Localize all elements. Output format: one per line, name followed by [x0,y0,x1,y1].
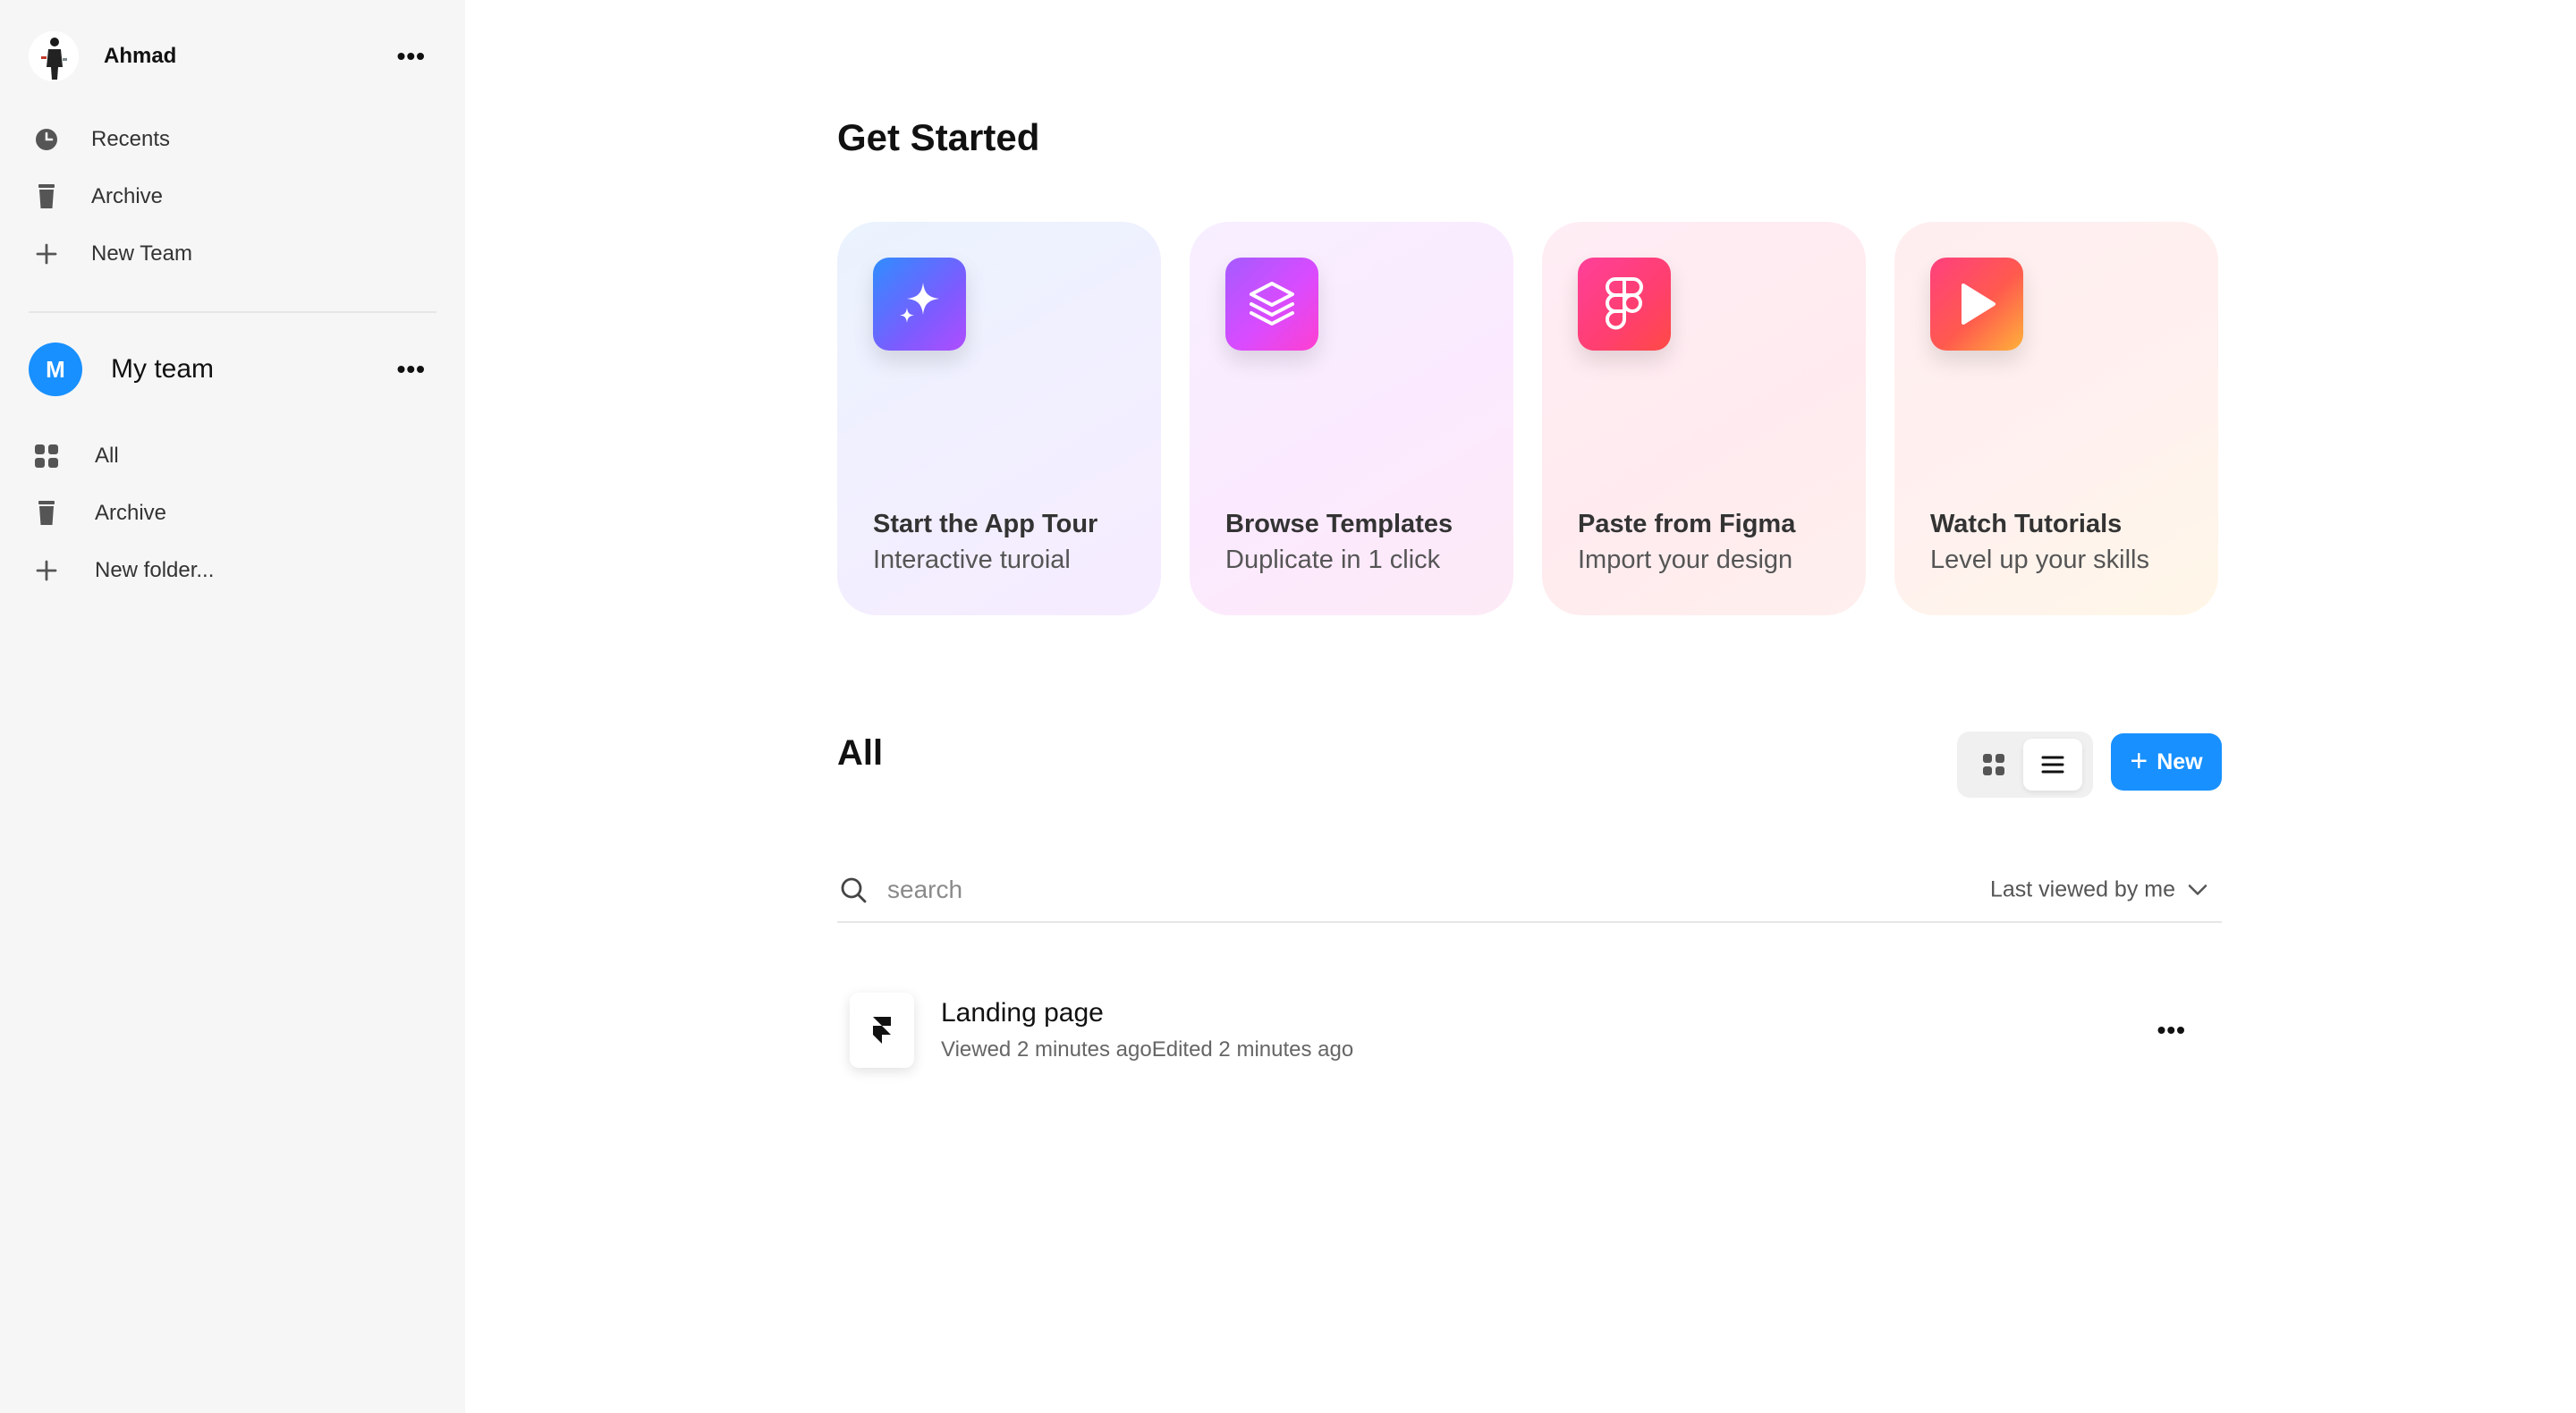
team-item-label: New folder... [95,558,215,582]
new-button[interactable]: + New [2111,733,2222,791]
chevron-down-icon [2188,884,2207,896]
file-name: Landing page [941,998,1104,1028]
user-more-icon[interactable]: ••• [397,44,426,69]
sidebar-item-recents[interactable]: Recents [29,111,436,168]
team-item-label: All [95,444,119,468]
all-section-title: All [837,733,884,773]
file-row[interactable]: Landing page Viewed 2 minutes agoEdited … [837,986,2222,1075]
team-nav: All Archive New folder... [29,427,436,599]
grid-view-button[interactable] [1964,739,2023,791]
card-title: Watch Tutorials [1930,510,2123,538]
card-subtitle: Level up your skills [1930,546,2149,574]
user-name: Ahmad [104,44,177,68]
sidebar-item-label: Archive [91,184,164,208]
list-view-button[interactable] [2023,739,2082,791]
card-subtitle: Duplicate in 1 click [1225,546,1441,574]
sparkle-icon [873,258,966,351]
team-item-all[interactable]: All [29,427,436,485]
team-more-icon[interactable]: ••• [397,357,426,382]
file-more-icon[interactable]: ••• [2157,1016,2186,1045]
clock-icon [29,127,64,152]
team-name: My team [111,354,215,384]
plus-icon: + [2130,743,2148,778]
card-title: Browse Templates [1225,510,1453,538]
search-input[interactable] [887,876,1692,904]
sidebar-item-label: Recents [91,127,171,151]
sort-dropdown[interactable]: Last viewed by me [1990,877,2207,903]
get-started-cards: Start the App Tour Interactive turoial B… [837,222,2218,615]
new-button-label: New [2157,749,2203,774]
avatar[interactable] [29,31,79,81]
card-subtitle: Import your design [1578,546,1793,574]
search-bar: Last viewed by me [837,859,2222,923]
layers-icon [1225,258,1318,351]
team-item-label: Archive [95,501,167,525]
grid-icon [29,444,64,469]
user-row[interactable]: Ahmad ••• [29,29,436,84]
search-icon [837,874,869,906]
main-content: Get Started Start the App Tour Interacti… [465,0,2576,1413]
view-toggle [1957,732,2093,798]
team-row[interactable]: M My team ••• [29,342,436,397]
card-title: Paste from Figma [1578,510,1796,538]
sort-selected-label: Last viewed by me [1989,876,2175,902]
framer-icon [850,993,914,1068]
grid-icon [1982,753,2005,776]
trash-icon [29,501,64,526]
sidebar-item-archive[interactable]: Archive [29,168,436,225]
trash-icon [29,184,64,209]
card-subtitle: Interactive turoial [873,546,1071,574]
get-started-title: Get Started [837,116,1040,158]
team-avatar: M [29,343,82,396]
figma-icon [1578,258,1671,351]
file-info: Landing page Viewed 2 minutes agoEdited … [941,998,1353,1062]
list-icon [2041,755,2064,774]
team-item-new-folder[interactable]: New folder... [29,542,436,599]
sidebar-item-new-team[interactable]: New Team [29,225,436,283]
plus-icon [29,243,64,265]
sidebar-nav: Recents Archive New Team [29,111,436,283]
file-meta: Viewed 2 minutes agoEdited 2 minutes ago [941,1037,1354,1062]
team-item-archive[interactable]: Archive [29,485,436,542]
card-watch-tutorials[interactable]: Watch Tutorials Level up your skills [1894,222,2218,615]
card-browse-templates[interactable]: Browse Templates Duplicate in 1 click [1190,222,1513,615]
sidebar-item-label: New Team [91,241,192,266]
play-icon [1930,258,2023,351]
plus-icon [29,560,64,581]
sidebar-divider [29,311,436,313]
card-app-tour[interactable]: Start the App Tour Interactive turoial [837,222,1161,615]
sidebar: Ahmad ••• Recents Archive New Team M My … [0,0,465,1413]
card-paste-figma[interactable]: Paste from Figma Import your design [1542,222,1866,615]
card-title: Start the App Tour [873,510,1098,538]
